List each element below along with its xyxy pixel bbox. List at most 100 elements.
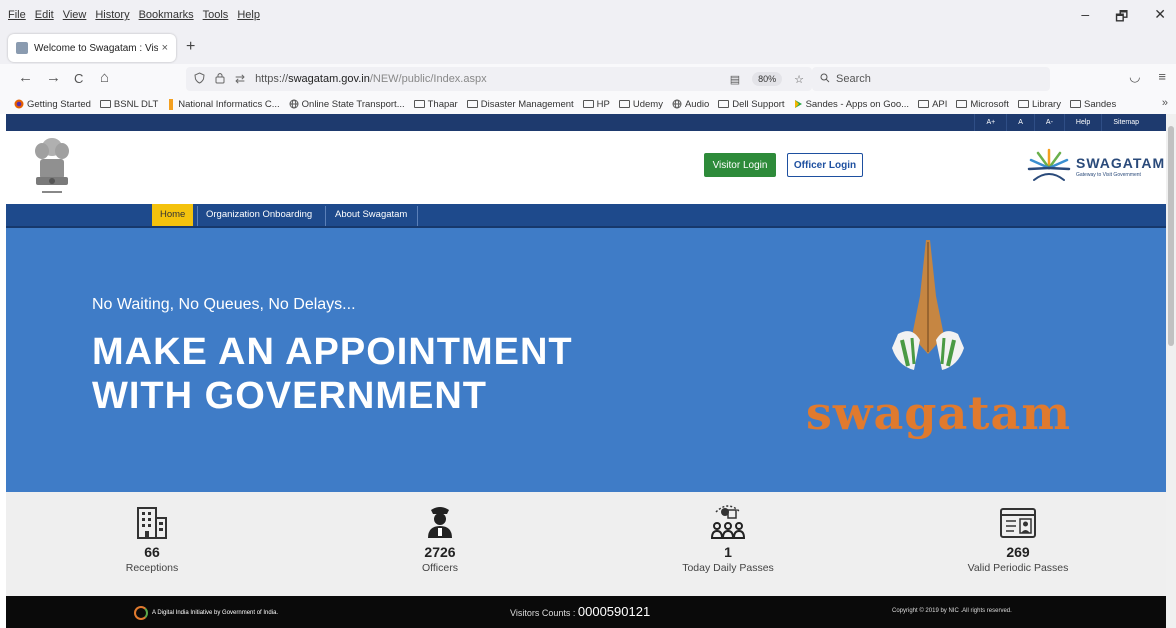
bookmark-label: API [932,98,948,110]
bookmark-item[interactable]: Audio [672,99,709,110]
page-scrollbar[interactable] [1166,114,1176,628]
pocket-icon[interactable]: ◡ [1129,69,1140,85]
bookmark-item[interactable]: API [918,99,947,110]
bookmark-item[interactable]: Online State Transport... [289,99,405,110]
window-controls: – 🗗 ✕ [1081,6,1166,30]
bookmark-item[interactable]: Microsoft [956,99,1009,110]
statistics-strip: 66 Receptions 2726 Officers 1 Today Dail… [6,492,1166,596]
stat-periodic-passes: 269 Valid Periodic Passes [918,500,1118,574]
menu-edit[interactable]: Edit [35,9,54,21]
font-decrease-link[interactable]: A- [1033,114,1064,131]
digital-india-text: A Digital India Initiative by Government… [152,610,279,616]
folder-icon [413,100,425,108]
search-icon [820,73,830,86]
sitemap-link[interactable]: Sitemap [1101,114,1150,131]
bookmark-item[interactable]: Getting Started [14,99,91,110]
menu-view[interactable]: View [63,9,87,21]
swagatam-brand[interactable]: SWAGATAM Gateway to Visit Government [1026,146,1165,186]
nav-separator [417,206,418,226]
bookmark-star-icon[interactable]: ☆ [794,73,804,86]
reload-button[interactable]: C [74,71,83,86]
url-bar[interactable]: ⇄ https://swagatam.gov.in/NEW/public/Ind… [186,67,812,91]
bookmark-label: Microsoft [970,98,1009,110]
menu-file[interactable]: File [8,9,26,21]
visitor-login-button[interactable]: Visitor Login [704,153,776,177]
bookmark-item[interactable]: Disaster Management [466,99,574,110]
stat-officers-label: Officers [422,562,458,574]
url-host: swagatam.gov.in [288,73,370,85]
bookmarks-overflow-button[interactable]: » [1162,97,1168,109]
folder-icon [99,100,111,108]
bookmark-label: HP [596,98,610,110]
bookmark-label: Getting Started [27,98,91,110]
folder-icon [718,100,730,108]
bookmark-label: Dell Support [732,98,785,110]
folder-icon [466,100,478,108]
search-box[interactable]: Search [812,67,1050,91]
brand-tagline: Gateway to Visit Government [1076,171,1141,178]
menu-tools[interactable]: Tools [203,9,229,21]
scrollbar-thumb[interactable] [1168,126,1174,346]
bookmark-item[interactable]: Dell Support [718,98,785,110]
bookmark-item[interactable]: HP [582,98,610,110]
home-button[interactable]: ⌂ [100,69,109,86]
building-icon [52,500,252,540]
font-increase-link[interactable]: A+ [974,114,1006,131]
folder-icon [956,100,968,108]
tab-close-icon[interactable]: × [162,42,168,54]
stat-daily-passes-label: Today Daily Passes [682,562,774,574]
browser-tab[interactable]: Welcome to Swagatam : Visitor × [8,34,176,62]
bookmark-item[interactable]: National Informatics C... [167,98,280,110]
swagatam-logo-icon [1027,148,1071,181]
menu-bookmarks[interactable]: Bookmarks [139,9,194,21]
bookmark-item[interactable]: Udemy [618,98,663,110]
bookmark-label: Audio [684,98,710,110]
officer-login-button[interactable]: Officer Login [787,153,863,177]
digital-india-link[interactable]: A Digital India Initiative by Government… [134,606,278,620]
shield-icon[interactable] [194,71,205,87]
folder-icon [1017,100,1029,108]
bookmark-item[interactable]: Sandes - Apps on Goo... [794,99,909,110]
zoom-level-badge[interactable]: 80% [752,72,783,86]
new-tab-button[interactable]: + [186,38,195,56]
bookmark-label: National Informatics C... [178,98,280,110]
minimize-button[interactable]: – [1081,6,1089,30]
stat-periodic-passes-label: Valid Periodic Passes [967,562,1069,574]
reader-view-icon[interactable]: ▤ [730,73,740,86]
stat-receptions-label: Receptions [125,562,179,574]
menu-items: File Edit View History Bookmarks Tools H… [8,9,260,21]
site-favicon-icon [16,42,28,54]
url-path: /NEW/public/Index.aspx [369,73,487,85]
nav-about-swagatam[interactable]: About Swagatam [327,204,415,226]
bookmark-item[interactable]: Thapar [413,99,458,110]
close-window-button[interactable]: ✕ [1154,6,1166,30]
main-navigation: Home Organization Onboarding About Swaga… [6,204,1166,228]
nav-separator [325,206,326,226]
visitors-icon [628,500,828,540]
back-button[interactable]: ← [18,69,33,86]
bookmark-label: Library [1031,98,1061,110]
national-emblem-icon [28,133,76,201]
help-link[interactable]: Help [1063,114,1101,131]
nav-home[interactable]: Home [152,204,194,226]
permissions-icon[interactable]: ⇄ [235,72,245,86]
app-menu-icon[interactable]: ≡ [1158,69,1166,85]
menu-bar: File Edit View History Bookmarks Tools H… [0,0,1176,32]
officer-icon [340,500,540,540]
nav-organization-onboarding[interactable]: Organization Onboarding [198,204,320,226]
forward-button[interactable]: → [46,69,61,86]
menu-help[interactable]: Help [237,9,260,21]
bookmark-item[interactable]: Sandes [1069,99,1116,110]
bookmark-item[interactable]: Library [1017,98,1061,110]
bookmark-label: Udemy [632,98,663,110]
menu-history[interactable]: History [95,9,129,21]
site-footer: A Digital India Initiative by Government… [6,596,1166,628]
font-normal-link[interactable]: A [1006,114,1034,131]
bookmark-label: BSNL DLT [113,98,159,110]
bookmark-item[interactable]: BSNL DLT [99,98,159,110]
stat-officers: 2726 Officers [340,500,540,574]
restore-button[interactable]: 🗗 [1115,6,1128,30]
folder-icon [618,100,630,108]
folder-icon [582,100,594,108]
lock-icon[interactable] [215,72,225,87]
